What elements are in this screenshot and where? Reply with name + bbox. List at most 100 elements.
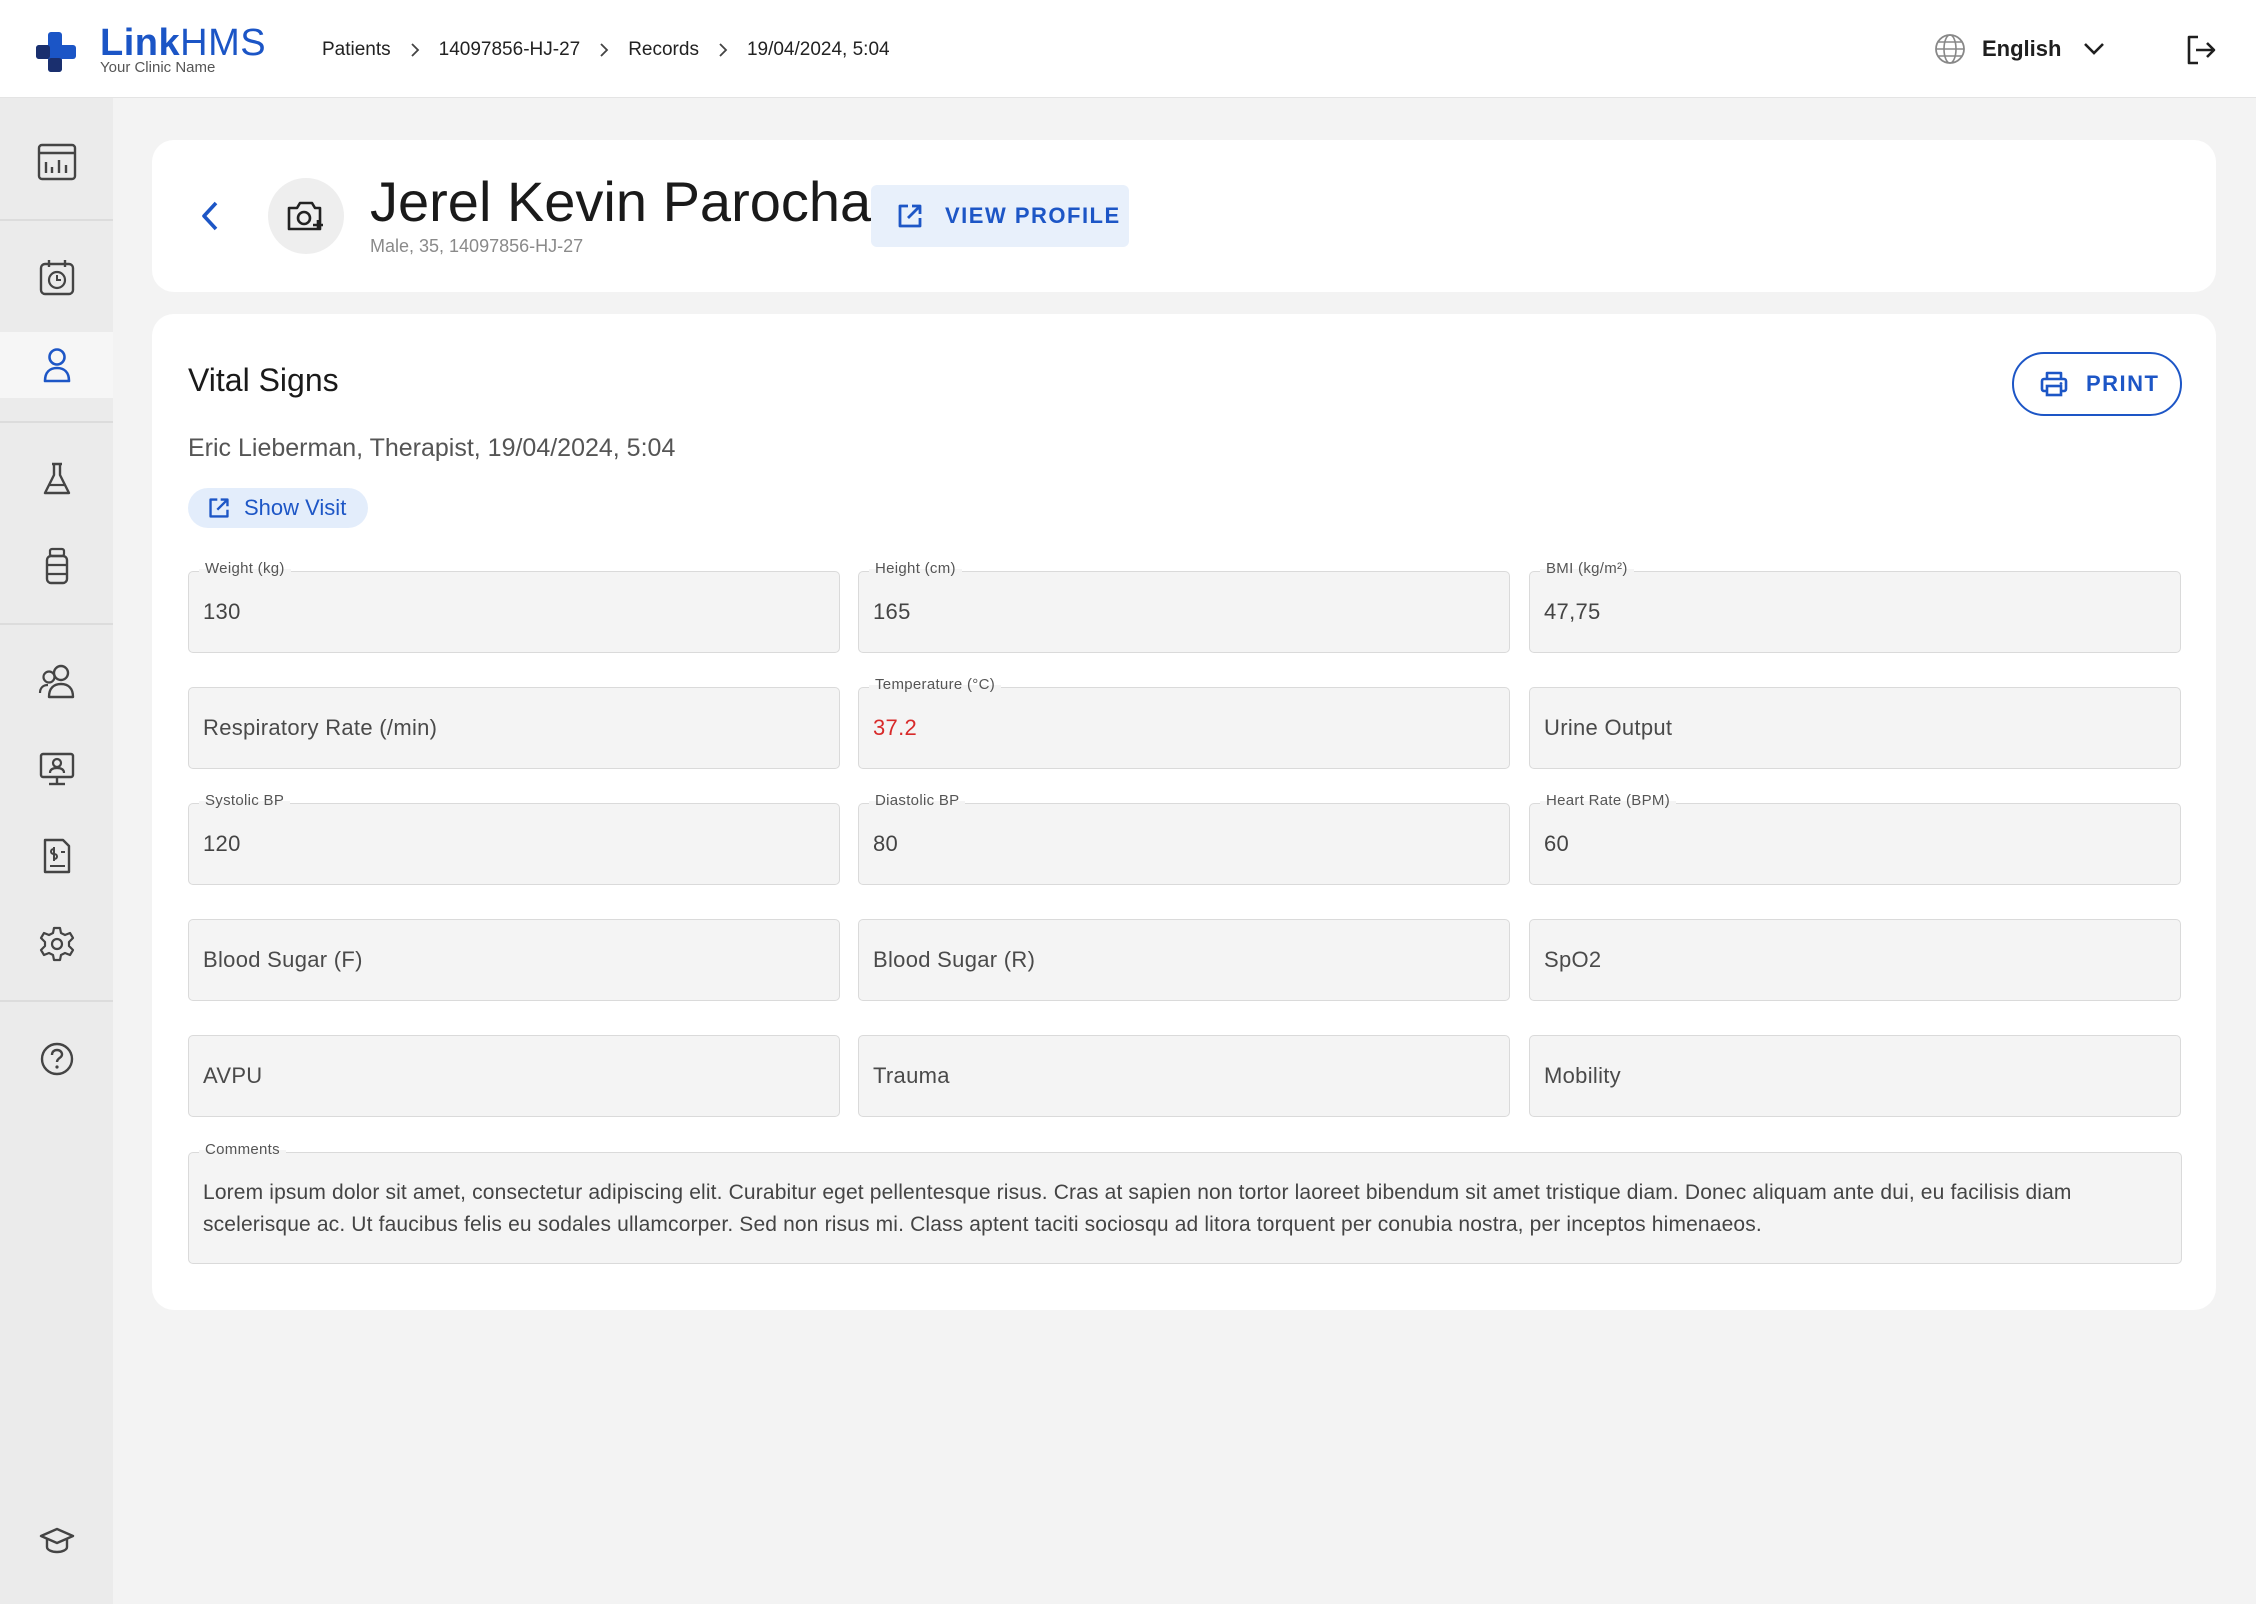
sidebar-item-help[interactable] xyxy=(0,1026,113,1092)
language-label: English xyxy=(1982,36,2062,61)
sidebar-item-dashboard[interactable] xyxy=(0,129,113,195)
field-value: 130 xyxy=(203,599,241,624)
show-visit-button[interactable]: Show Visit xyxy=(188,488,368,528)
lab-icon xyxy=(43,462,70,495)
weight-field[interactable]: Weight (kg) 130 xyxy=(188,560,840,653)
view-profile-button[interactable]: VIEW PROFILE xyxy=(871,185,1129,247)
print-label: PRINT xyxy=(2086,371,2160,396)
sidebar-item-monitor[interactable] xyxy=(0,736,113,802)
field-value: 47,75 xyxy=(1544,599,1601,624)
chevron-right-icon xyxy=(598,42,610,58)
sidebar-item-lab[interactable] xyxy=(0,446,113,512)
avpu-field[interactable]: AVPU xyxy=(188,1035,840,1117)
sidebar-item-patients[interactable] xyxy=(0,332,113,398)
training-icon xyxy=(39,1527,74,1554)
logo-title: LinkHMS xyxy=(100,22,267,64)
field-label: Temperature (°C) xyxy=(869,676,1001,693)
back-button[interactable] xyxy=(194,197,228,235)
chevron-left-icon xyxy=(202,201,218,231)
open-external-icon xyxy=(898,204,922,228)
spo2-field[interactable]: SpO2 xyxy=(1529,919,2181,1001)
field-label: Weight (kg) xyxy=(199,560,291,577)
help-icon xyxy=(40,1042,73,1076)
field-label: Height (cm) xyxy=(869,560,962,577)
staff-icon xyxy=(38,664,74,699)
trauma-field[interactable]: Trauma xyxy=(858,1035,1510,1117)
settings-icon xyxy=(39,926,74,962)
globe-icon xyxy=(1934,33,1966,65)
field-value: 165 xyxy=(873,599,911,624)
sidebar-item-staff[interactable] xyxy=(0,648,113,714)
section-title: Vital Signs xyxy=(188,362,339,398)
mobility-field[interactable]: Mobility xyxy=(1529,1035,2181,1117)
view-profile-label: VIEW PROFILE xyxy=(945,203,1121,228)
height-field[interactable]: Height (cm) 165 xyxy=(858,560,1510,653)
sidebar-divider xyxy=(0,219,113,221)
field-value: 120 xyxy=(203,831,241,856)
record-author: Eric Lieberman, Therapist, 19/04/2024, 5… xyxy=(188,434,676,462)
breadcrumb: Patients 14097856-HJ-27 Records 19/04/20… xyxy=(322,36,890,64)
patient-meta: Male, 35, 14097856-HJ-27 xyxy=(370,236,584,256)
heart-rate-field[interactable]: Heart Rate (BPM) 60 xyxy=(1529,792,2181,885)
sidebar xyxy=(0,98,113,1604)
field-placeholder: SpO2 xyxy=(1544,947,1602,972)
chevron-right-icon xyxy=(717,42,729,58)
sidebar-item-pharmacy[interactable] xyxy=(0,533,113,599)
patient-header-card: Jerel Kevin Parocha Male, 35, 14097856-H… xyxy=(152,140,2216,292)
field-placeholder: Blood Sugar (R) xyxy=(873,947,1036,972)
field-value: 80 xyxy=(873,831,899,856)
field-label: Heart Rate (BPM) xyxy=(1540,792,1676,809)
field-placeholder: AVPU xyxy=(203,1063,263,1088)
urine-output-field[interactable]: Urine Output xyxy=(1529,687,2181,769)
sidebar-item-training[interactable] xyxy=(0,1508,113,1574)
sidebar-item-billing[interactable] xyxy=(0,823,113,889)
field-value: 37.2 xyxy=(873,715,918,740)
patient-name: Jerel Kevin Parocha xyxy=(370,170,872,233)
printer-icon xyxy=(2040,371,2068,397)
show-visit-label: Show Visit xyxy=(244,495,347,520)
vital-signs-card: Vital Signs PRINT Eric Lieberman, Therap… xyxy=(152,314,2216,1310)
field-label: Diastolic BP xyxy=(869,792,966,809)
comments-text: Lorem ipsum dolor sit amet, consectetur … xyxy=(203,1181,2072,1236)
field-placeholder: Trauma xyxy=(873,1063,950,1088)
sidebar-divider xyxy=(0,421,113,423)
print-button[interactable]: PRINT xyxy=(2012,352,2182,416)
billing-icon xyxy=(43,838,70,874)
logout-icon[interactable] xyxy=(2184,33,2218,67)
field-placeholder: Mobility xyxy=(1544,1063,1621,1088)
field-label: Systolic BP xyxy=(199,792,291,809)
comments-field[interactable]: Comments Lorem ipsum dolor sit amet, con… xyxy=(188,1141,2182,1264)
respiratory-rate-field[interactable]: Respiratory Rate (/min) xyxy=(188,687,840,769)
sidebar-item-settings[interactable] xyxy=(0,911,113,977)
breadcrumb-records[interactable]: Records xyxy=(628,39,699,61)
field-placeholder: Respiratory Rate (/min) xyxy=(203,715,438,740)
chevron-down-icon xyxy=(2083,42,2105,56)
diastolic-bp-field[interactable]: Diastolic BP 80 xyxy=(858,792,1510,885)
breadcrumb-record-date: 19/04/2024, 5:04 xyxy=(746,39,890,60)
monitor-icon xyxy=(39,752,74,786)
app-logo[interactable]: LinkHMS Your Clinic Name xyxy=(34,22,274,78)
breadcrumb-patients[interactable]: Patients xyxy=(322,39,391,61)
blood-sugar-fasting-field[interactable]: Blood Sugar (F) xyxy=(188,919,840,1001)
sidebar-divider xyxy=(0,623,113,625)
chevron-right-icon xyxy=(409,42,421,58)
breadcrumb-patient-id[interactable]: 14097856-HJ-27 xyxy=(439,39,581,61)
systolic-bp-field[interactable]: Systolic BP 120 xyxy=(188,792,840,885)
top-bar: LinkHMS Your Clinic Name Patients 140978… xyxy=(0,0,2256,98)
appointments-icon xyxy=(39,260,74,296)
temperature-field[interactable]: Temperature (°C) 37.2 xyxy=(858,676,1510,769)
clinic-name: Your Clinic Name xyxy=(100,59,216,76)
sidebar-item-appointments[interactable] xyxy=(0,244,113,310)
blood-sugar-random-field[interactable]: Blood Sugar (R) xyxy=(858,919,1510,1001)
field-value: 60 xyxy=(1544,831,1570,856)
patients-icon xyxy=(43,348,70,383)
field-label: BMI (kg/m²) xyxy=(1540,560,1634,577)
logo-cross-icon xyxy=(36,32,76,72)
bmi-field[interactable]: BMI (kg/m²) 47,75 xyxy=(1529,560,2181,653)
camera-add-icon xyxy=(287,201,323,231)
pharmacy-icon xyxy=(45,547,68,585)
language-selector[interactable]: English xyxy=(1934,32,2105,66)
avatar[interactable] xyxy=(268,178,344,254)
sidebar-divider xyxy=(0,1000,113,1002)
dashboard-icon xyxy=(37,143,76,181)
